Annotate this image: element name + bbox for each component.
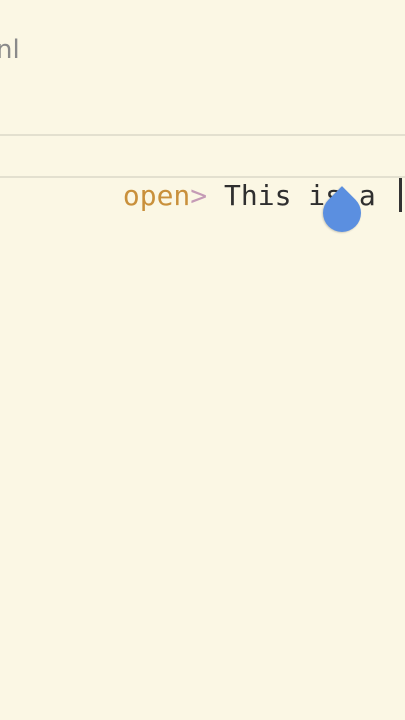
current-line[interactable]: open> This is a	[0, 134, 405, 212]
cursor-handle-drop[interactable]	[315, 186, 369, 240]
editor-screen: nl open> This is a	[0, 0, 405, 720]
code-line[interactable]: open> This is a	[0, 136, 402, 212]
line-text: This is a	[207, 179, 393, 212]
tag-name: open	[122, 179, 191, 212]
file-tab-title[interactable]: nl	[0, 30, 20, 70]
text-editor[interactable]: open> This is a	[0, 90, 405, 720]
text-caret	[398, 178, 402, 212]
tag-bracket: >	[190, 179, 208, 212]
cursor-handle-icon[interactable]	[315, 186, 369, 240]
